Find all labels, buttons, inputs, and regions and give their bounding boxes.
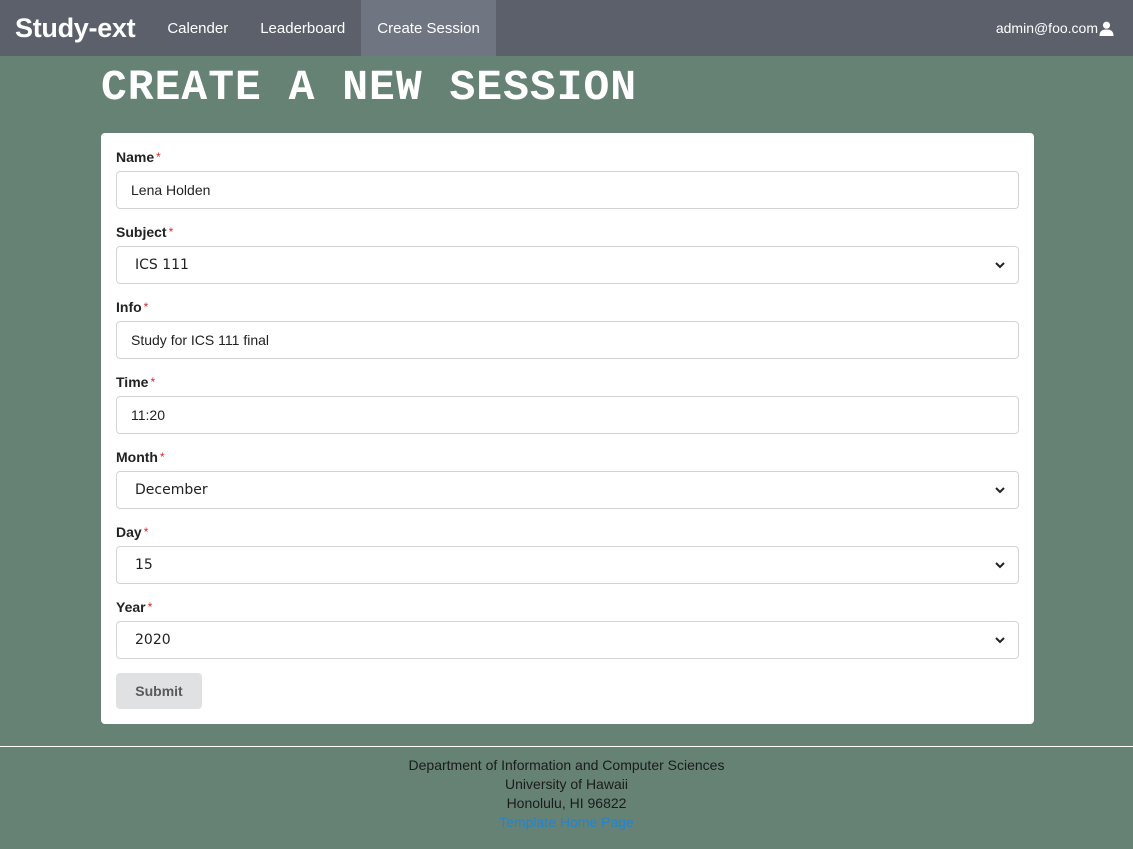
required-mark: * [159, 450, 165, 464]
info-label: Info * [116, 299, 149, 315]
nav-item-leaderboard[interactable]: Leaderboard [244, 0, 361, 56]
info-field-group: Info * Study for ICS 111 final [116, 297, 1019, 359]
name-label: Name * [116, 149, 161, 165]
subject-select[interactable]: ICS 111 [116, 246, 1019, 284]
chevron-down-icon [995, 637, 1005, 644]
required-mark: * [156, 150, 161, 164]
top-navbar: Study-ext Calender Leaderboard Create Se… [0, 0, 1133, 56]
required-mark: * [143, 300, 149, 314]
nav-item-calender[interactable]: Calender [151, 0, 244, 56]
footer-divider [0, 746, 1133, 747]
time-field-group: Time * 11:20 [116, 372, 1019, 434]
required-mark: * [168, 225, 174, 239]
name-field-group: Name * Lena Holden [116, 147, 1019, 209]
month-field-group: Month * December [116, 447, 1019, 509]
user-icon [1099, 21, 1114, 36]
create-session-form: Name * Lena Holden Subject * ICS 111 Info *… [101, 133, 1034, 724]
year-selected-value: 2020 [135, 632, 171, 648]
page-title: CREATE A NEW SESSION [101, 63, 638, 112]
footer-university: University of Hawaii [505, 776, 628, 792]
required-mark: * [150, 375, 156, 389]
chevron-down-icon [995, 487, 1005, 494]
required-mark: * [147, 600, 153, 614]
template-home-link[interactable]: Template Home Page [499, 814, 634, 830]
subject-selected-value: ICS 111 [135, 257, 189, 273]
month-label: Month * [116, 449, 165, 465]
name-input[interactable]: Lena Holden [116, 171, 1019, 209]
user-menu[interactable]: admin@foo.com [996, 0, 1133, 56]
footer-department: Department of Information and Computer S… [408, 757, 725, 773]
footer: Department of Information and Computer S… [0, 756, 1133, 832]
chevron-down-icon [995, 262, 1005, 269]
footer-address: Honolulu, HI 96822 [506, 795, 627, 811]
day-label: Day * [116, 524, 149, 540]
time-label: Time * [116, 374, 156, 390]
year-label: Year * [116, 599, 153, 615]
subject-label: Subject * [116, 224, 174, 240]
info-input[interactable]: Study for ICS 111 final [116, 321, 1019, 359]
chevron-down-icon [995, 562, 1005, 569]
time-input[interactable]: 11:20 [116, 396, 1019, 434]
subject-field-group: Subject * ICS 111 [116, 222, 1019, 284]
brand-logo[interactable]: Study-ext [0, 0, 151, 56]
submit-button[interactable]: Submit [116, 673, 202, 709]
day-field-group: Day * 15 [116, 522, 1019, 584]
day-selected-value: 15 [135, 557, 153, 573]
month-selected-value: December [135, 482, 208, 498]
day-select[interactable]: 15 [116, 546, 1019, 584]
required-mark: * [143, 525, 149, 539]
month-select[interactable]: December [116, 471, 1019, 509]
year-field-group: Year * 2020 [116, 597, 1019, 659]
year-select[interactable]: 2020 [116, 621, 1019, 659]
user-email: admin@foo.com [995, 20, 1098, 36]
nav-item-create-session[interactable]: Create Session [361, 0, 496, 56]
